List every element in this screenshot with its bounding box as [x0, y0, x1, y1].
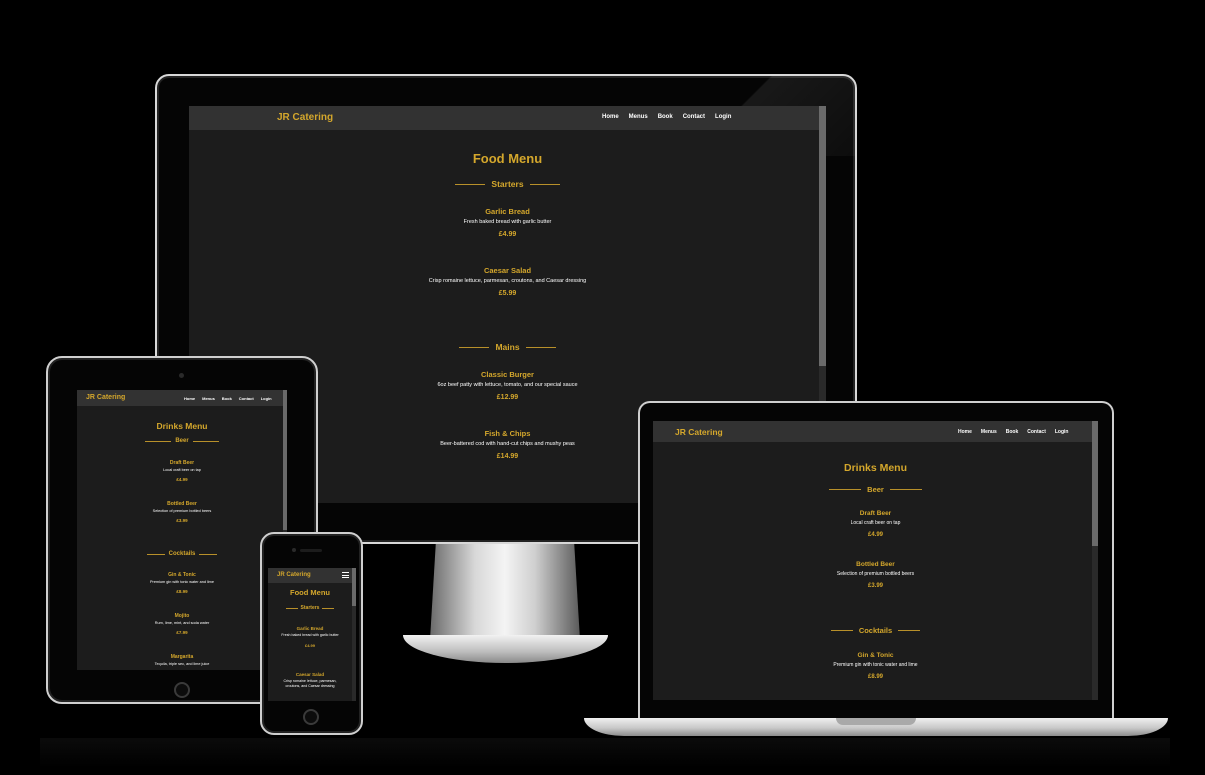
tablet-item: Gin & Tonic Premium gin with tonic water…	[77, 572, 287, 594]
item-price: £4.99	[176, 477, 188, 482]
tablet-brand[interactable]: JR Catering	[86, 394, 125, 401]
phone-screen: JR Catering Food Menu Starters Garlic Br…	[268, 568, 356, 701]
tablet-nav-home[interactable]: Home	[184, 396, 195, 401]
item-description: Local craft beer on tap	[163, 468, 201, 472]
item-name: Gin & Tonic	[168, 572, 196, 578]
phone-page-title: Food Menu	[290, 588, 330, 597]
phone-brand[interactable]: JR Catering	[277, 572, 311, 578]
tablet-item: Margarita Tequila, triple sec, and lime …	[77, 654, 287, 666]
tablet-nav: Home Menus Book Contact Login	[184, 396, 272, 401]
item-name: Caesar Salad	[295, 672, 325, 677]
desktop-item: Caesar Salad Crisp romaine lettuce, parm…	[189, 266, 826, 297]
item-price: £4.99	[867, 532, 883, 538]
phone-scrollbar[interactable]	[352, 568, 356, 701]
laptop-nav-login[interactable]: Login	[1055, 429, 1069, 435]
laptop-item: Bottled Beer Selection of premium bottle…	[653, 561, 1098, 589]
item-description: Tequila, triple sec, and lime juice	[154, 662, 210, 666]
desktop-brand[interactable]: JR Catering	[277, 112, 333, 123]
item-name: Margarita	[170, 654, 194, 660]
laptop-section-cocktails: Cocktails	[653, 626, 1098, 635]
floor-reflection	[40, 738, 1170, 768]
phone-speaker	[300, 549, 322, 552]
tablet-screen: JR Catering Home Menus Book Contact Logi…	[77, 390, 287, 670]
item-description: Crisp romaine lettuce, parmesan, crouton…	[428, 278, 587, 284]
item-description: Fresh baked bread with garlic butter	[281, 633, 339, 637]
item-price: £3.99	[867, 583, 883, 589]
tablet-home-button[interactable]	[174, 682, 190, 698]
laptop-navbar: JR Catering Home Menus Book Contact Logi…	[653, 421, 1098, 442]
item-price: £8.99	[867, 674, 883, 680]
laptop-item: Gin & Tonic Premium gin with tonic water…	[653, 652, 1098, 680]
item-description: Crisp romaine lettuce, parmesan, crouton…	[283, 679, 337, 689]
tablet-item: Bottled Beer Selection of premium bottle…	[77, 501, 287, 523]
desktop-nav: Home Menus Book Contact Login	[602, 114, 731, 120]
desktop-nav-login[interactable]: Login	[715, 114, 731, 120]
phone-item: Garlic Bread Fresh baked bread with garl…	[276, 626, 344, 648]
item-name: Gin & Tonic	[857, 652, 894, 659]
monitor-stand	[430, 540, 580, 640]
item-name: Garlic Bread	[296, 626, 324, 631]
desktop-section-starters: Starters	[189, 179, 826, 189]
desktop-nav-home[interactable]: Home	[602, 114, 619, 120]
item-price: £8.99	[176, 589, 188, 594]
tablet-camera	[179, 373, 184, 378]
laptop-notch	[836, 718, 916, 725]
tablet-item: Mojito Rum, lime, mint, and soda water £…	[77, 613, 287, 635]
tablet-nav-contact[interactable]: Contact	[239, 396, 254, 401]
phone-item: Caesar Salad Crisp romaine lettuce, parm…	[278, 672, 342, 689]
item-name: Mojito	[174, 613, 190, 619]
item-name: Bottled Beer	[167, 501, 197, 507]
item-description: Selection of premium bottled beers	[152, 509, 212, 513]
item-price: £5.99	[498, 290, 517, 297]
desktop-nav-menus[interactable]: Menus	[629, 114, 648, 120]
item-description: Premium gin with tonic water and lime	[833, 662, 918, 668]
item-price: £7.99	[176, 630, 188, 635]
laptop-screen: JR Catering Home Menus Book Contact Logi…	[653, 421, 1098, 700]
phone-scrollbar-thumb[interactable]	[352, 568, 356, 606]
item-name: Draft Beer	[169, 460, 195, 466]
monitor-base	[403, 635, 608, 663]
phone-navbar: JR Catering	[268, 568, 356, 583]
desktop-nav-contact[interactable]: Contact	[683, 114, 705, 120]
item-name: Caesar Salad	[483, 266, 532, 275]
item-description: Fresh baked bread with garlic butter	[463, 219, 552, 225]
laptop-item: Draft Beer Local craft beer on tap £4.99	[653, 510, 1098, 538]
desktop-page-title: Food Menu	[472, 151, 543, 166]
laptop-nav-menus[interactable]: Menus	[981, 429, 997, 435]
laptop-brand[interactable]: JR Catering	[675, 427, 723, 437]
desktop-item: Garlic Bread Fresh baked bread with garl…	[189, 207, 826, 238]
laptop-section-beer: Beer	[653, 485, 1098, 494]
phone-camera	[292, 548, 296, 552]
tablet-section-cocktails: Cocktails	[77, 551, 287, 557]
item-price: £4.99	[304, 643, 315, 649]
desktop-section-mains: Mains	[189, 342, 826, 352]
item-price: £3.99	[176, 518, 188, 523]
tablet-page-title: Drinks Menu	[156, 421, 208, 431]
laptop-nav: Home Menus Book Contact Login	[958, 429, 1068, 435]
desktop-navbar: JR Catering Home Menus Book Contact Logi…	[189, 106, 826, 130]
hamburger-icon[interactable]	[342, 572, 349, 578]
tablet-nav-book[interactable]: Book	[222, 396, 232, 401]
phone-section-starters: Starters	[268, 605, 352, 611]
laptop-nav-book[interactable]: Book	[1006, 429, 1019, 435]
desktop-nav-book[interactable]: Book	[658, 114, 673, 120]
item-price: £4.99	[498, 231, 517, 238]
item-description: Rum, lime, mint, and soda water	[154, 621, 210, 625]
item-name: Draft Beer	[859, 510, 892, 517]
item-name: Bottled Beer	[856, 561, 895, 568]
tablet-nav-menus[interactable]: Menus	[202, 396, 215, 401]
phone-home-button[interactable]	[303, 709, 319, 725]
item-description: Local craft beer on tap	[850, 520, 901, 526]
tablet-section-beer: Beer	[77, 438, 287, 444]
tablet-nav-login[interactable]: Login	[261, 396, 272, 401]
item-description: Selection of premium bottled beers	[836, 571, 915, 577]
laptop-page-title: Drinks Menu	[843, 462, 907, 474]
tablet-navbar: JR Catering Home Menus Book Contact Logi…	[77, 390, 287, 406]
item-name: Garlic Bread	[485, 207, 530, 216]
tablet-item: Draft Beer Local craft beer on tap £4.99	[77, 460, 287, 482]
item-description: Premium gin with tonic water and lime	[150, 580, 214, 584]
laptop-nav-home[interactable]: Home	[958, 429, 972, 435]
laptop-nav-contact[interactable]: Contact	[1027, 429, 1046, 435]
